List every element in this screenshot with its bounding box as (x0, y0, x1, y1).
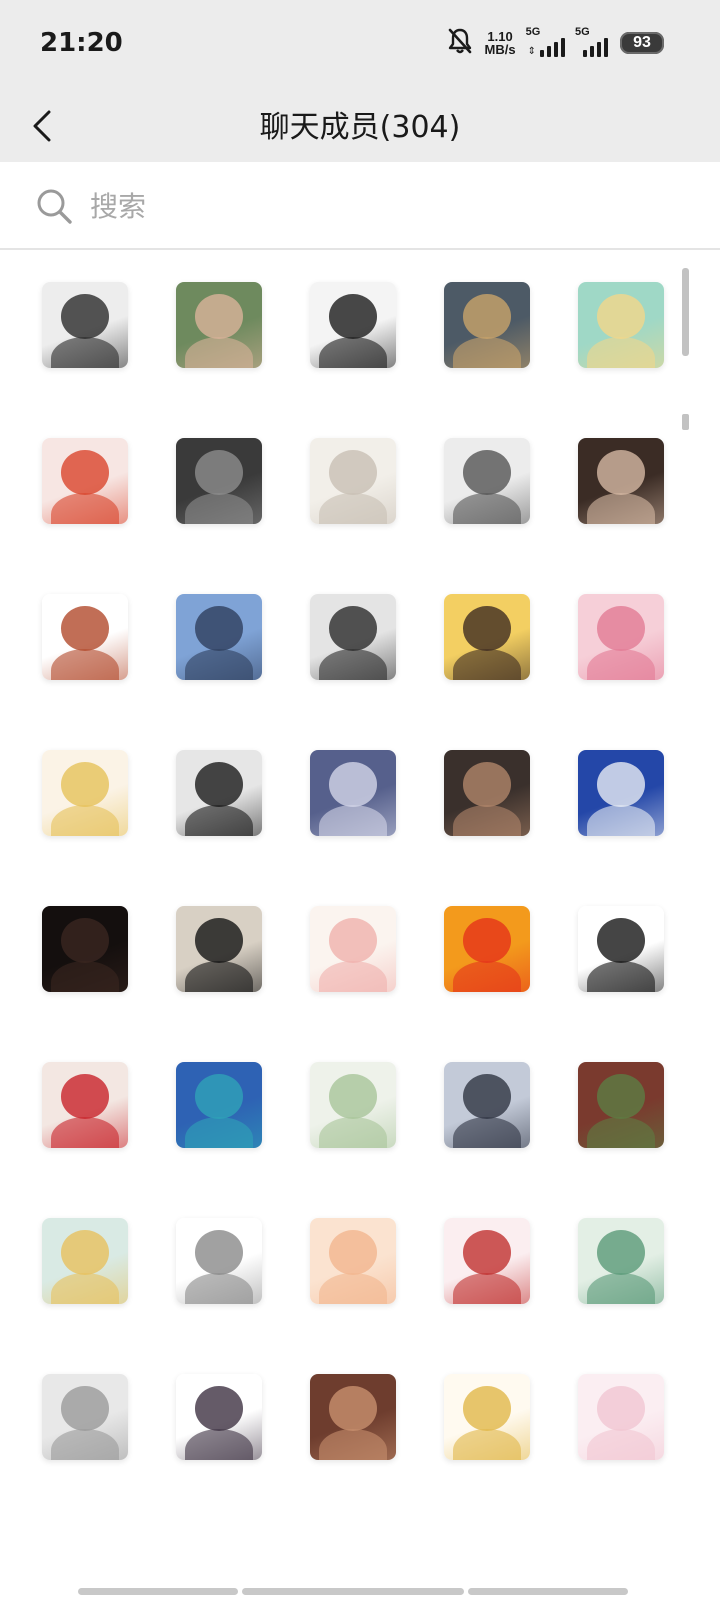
avatar-brown-portrait-icon[interactable] (310, 1374, 396, 1460)
avatar-winter-boy-icon[interactable] (310, 750, 396, 836)
avatar-hooded-figure-icon[interactable] (176, 438, 262, 524)
avatar-garden-girl-photo-icon[interactable] (578, 1062, 664, 1148)
avatar-fire-cat-icon[interactable] (444, 906, 530, 992)
avatar-gray-dog-sunglasses-icon[interactable] (176, 1218, 262, 1304)
search-input[interactable] (90, 184, 670, 228)
avatar-gray-sketch-girl-icon[interactable] (42, 1374, 128, 1460)
avatar-pink-glasses-chibi-icon[interactable] (42, 1218, 128, 1304)
battery-level: 93 (633, 34, 651, 51)
avatar-white-hair-girl-icon[interactable] (42, 438, 128, 524)
avatar-smiling-girl-photo-icon[interactable] (176, 282, 262, 368)
network-speed: 1.10 MB/s (485, 30, 516, 56)
avatar-christmas-girl-icon[interactable] (444, 1218, 530, 1304)
search-icon (37, 189, 72, 224)
avatar-silver-hair-boy-icon[interactable] (578, 750, 664, 836)
avatar-cute-bunny-icon[interactable] (578, 1374, 664, 1460)
avatar-yellow-cartoon-girl-icon[interactable] (444, 594, 530, 680)
scrollbar-marker (682, 414, 689, 430)
avatar-cap-chibi-icon[interactable] (176, 1374, 262, 1460)
avatar-sleeping-boy-photo-icon[interactable] (444, 1062, 530, 1148)
avatar-bear-sea-photo-icon[interactable] (176, 594, 262, 680)
avatar-black-hair-girl-icon[interactable] (310, 282, 396, 368)
avatar-dark-room-icon[interactable] (42, 906, 128, 992)
gesture-bar (0, 1584, 720, 1600)
search-bar (0, 162, 720, 250)
scrollbar-thumb[interactable] (682, 268, 689, 356)
avatar-room-lamp-photo-icon[interactable] (444, 282, 530, 368)
avatar-black-cat-icon[interactable] (176, 906, 262, 992)
avatar-blonde-girl-icon[interactable] (578, 282, 664, 368)
network-type-label-2: 5G (575, 26, 590, 38)
avatar-glasses-girl-photo-icon[interactable] (578, 438, 664, 524)
avatar-panda-icon[interactable] (176, 750, 262, 836)
page-title: 聊天成员(304) (259, 110, 461, 145)
avatar-white-hair-chibi-icon[interactable] (310, 906, 396, 992)
avatar-chibi-girl-icon[interactable] (42, 594, 128, 680)
bell-muted-icon (447, 27, 473, 59)
network-type-label: 5G (525, 26, 541, 38)
avatar-red-eye-girl-icon[interactable] (42, 1062, 128, 1148)
avatar-green-hair-pair-icon[interactable] (310, 1062, 396, 1148)
avatar-line-art-girl-icon[interactable] (578, 906, 664, 992)
header: 聊天成员(304) (0, 90, 720, 162)
avatar-pink-hair-girl-icon[interactable] (578, 594, 664, 680)
data-arrows-icon: ⇕ (527, 46, 536, 57)
avatar-pastel-orange-girl-icon[interactable] (310, 1218, 396, 1304)
avatar-sunglasses-boy-icon[interactable] (444, 438, 530, 524)
signal-icon-2: 5G (575, 26, 608, 57)
network-speed-unit: MB/s (484, 42, 516, 57)
status-icons: 1.10 MB/s 5G ⇕ 5G 93 (447, 26, 664, 60)
avatar-sunset-portrait-icon[interactable] (444, 750, 530, 836)
avatar-green-frog-girl-icon[interactable] (578, 1218, 664, 1304)
signal-icon: 5G ⇕ (525, 26, 565, 57)
avatar-manga-boy-icon[interactable] (42, 282, 128, 368)
member-grid (0, 250, 720, 1575)
avatar-mountain-lake-photo-icon[interactable] (176, 1062, 262, 1148)
status-bar: 21:20 1.10 MB/s 5G ⇕ 5G 93 (0, 0, 720, 90)
avatar-bear-hood-girl-icon[interactable] (444, 1374, 530, 1460)
avatar-smiling-anime-girl-icon[interactable] (310, 438, 396, 524)
status-time: 21:20 (40, 28, 123, 58)
avatar-manga-couple-icon[interactable] (310, 594, 396, 680)
avatar-snack-biscuit-icon[interactable] (42, 750, 128, 836)
battery-icon: 93 (620, 32, 664, 54)
